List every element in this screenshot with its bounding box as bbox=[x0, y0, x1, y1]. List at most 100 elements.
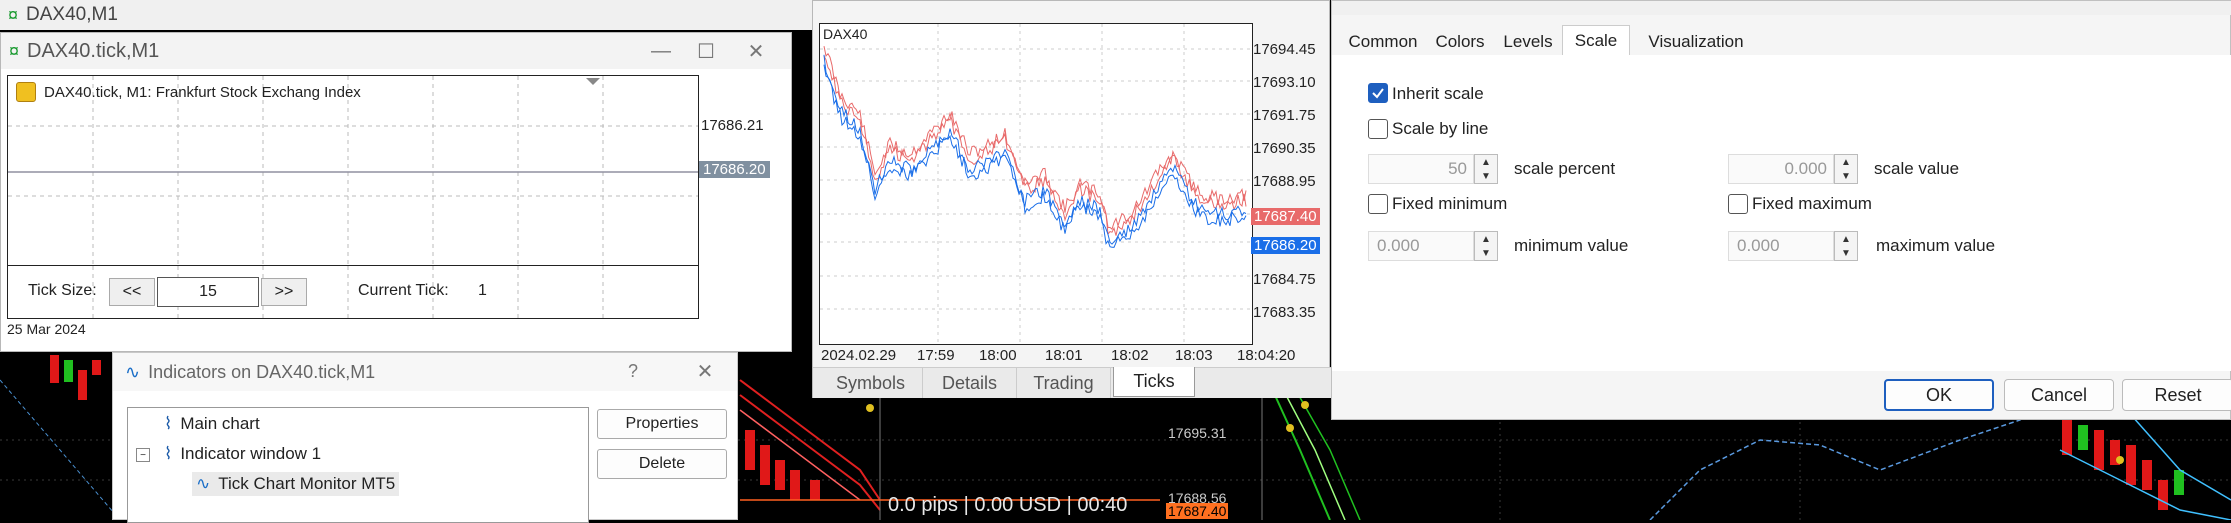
tick-price-label: 17693.10 bbox=[1253, 74, 1316, 91]
maximum-value-label: maximum value bbox=[1876, 236, 1996, 255]
inherit-scale-label: Inherit scale bbox=[1392, 84, 1484, 103]
indicators-tree[interactable]: ⌇ Main chart − ⌇ Indicator window 1 ∿ Ti… bbox=[127, 407, 589, 523]
fixed-maximum-label: Fixed maximum bbox=[1752, 194, 1872, 213]
indicator-label: DAX40.tick, M1: Frankfurt Stock Exchang … bbox=[16, 82, 361, 102]
scale-value-input[interactable]: 0.000 bbox=[1728, 154, 1834, 184]
chart-window-icon: ¤ bbox=[9, 40, 20, 61]
minimize-button[interactable]: — bbox=[641, 37, 681, 65]
time-label: 18:03 bbox=[1175, 347, 1213, 364]
tick-size-input[interactable]: 15 bbox=[157, 277, 259, 307]
indicator-icon: ∿ bbox=[125, 361, 141, 382]
expert-icon bbox=[16, 82, 36, 102]
price-scale-label: 17686.21 bbox=[701, 117, 764, 134]
arrow-down-icon: ▼ bbox=[1841, 247, 1851, 259]
close-button[interactable]: ✕ bbox=[736, 37, 776, 65]
prev-tick-size-button[interactable]: << bbox=[109, 278, 155, 306]
arrow-up-icon: ▲ bbox=[1481, 233, 1491, 245]
tick-price-label: 17694.45 bbox=[1253, 41, 1316, 58]
next-tick-size-button[interactable]: >> bbox=[261, 278, 307, 306]
inherit-scale-checkbox[interactable] bbox=[1368, 83, 1388, 103]
chart-symbol-label: DAX40 bbox=[823, 26, 868, 42]
tick-main-chart-grid bbox=[8, 76, 698, 266]
scale-percent-stepper[interactable]: ▲ ▼ bbox=[1474, 154, 1498, 184]
scale-percent-input[interactable]: 50 bbox=[1368, 154, 1474, 184]
indicators-dialog: ∿ Indicators on DAX40.tick,M1 ? ✕ ⌇ Main… bbox=[112, 352, 738, 523]
arrow-down-icon: ▼ bbox=[1481, 247, 1491, 259]
tree-item-tick-chart-monitor[interactable]: ∿ Tick Chart Monitor MT5 bbox=[192, 472, 400, 496]
tick-price-label: 17683.35 bbox=[1253, 304, 1316, 321]
tree-item-indicator-window[interactable]: ⌇ Indicator window 1 bbox=[164, 444, 321, 464]
ask-price-tag: 17687.40 bbox=[1251, 208, 1320, 225]
scale-by-line-checkbox[interactable] bbox=[1368, 119, 1388, 139]
delete-button[interactable]: Delete bbox=[597, 449, 727, 479]
tick-window-titlebar[interactable]: ¤ DAX40.tick,M1 — ☐ ✕ bbox=[1, 33, 791, 69]
indicators-dialog-title: Indicators on DAX40.tick,M1 bbox=[148, 361, 376, 382]
maximize-button[interactable]: ☐ bbox=[686, 37, 726, 65]
tab-common[interactable]: Common bbox=[1340, 29, 1426, 55]
properties-tab-strip: Common Colors Levels Scale Visualization bbox=[1332, 25, 2231, 56]
minimum-value-label: minimum value bbox=[1514, 236, 1629, 255]
tick-control-panel: Tick Size: << 15 >> Current Tick: 1 bbox=[7, 265, 699, 319]
time-label: 18:01 bbox=[1045, 347, 1083, 364]
maximum-value-input[interactable]: 0.000 bbox=[1728, 231, 1834, 261]
check-icon bbox=[1372, 88, 1384, 99]
date-axis-label: 25 Mar 2024 bbox=[7, 321, 86, 337]
time-label: 18:00 bbox=[979, 347, 1017, 364]
current-tick-label: Current Tick: bbox=[358, 282, 449, 299]
scale-value-label: scale value bbox=[1874, 159, 1960, 178]
tab-ticks[interactable]: Ticks bbox=[1113, 367, 1195, 397]
bg-price-label: 17695.31 bbox=[1168, 425, 1227, 441]
reset-button[interactable]: Reset bbox=[2122, 379, 2231, 411]
tab-colors[interactable]: Colors bbox=[1426, 29, 1494, 55]
minimum-value-input[interactable]: 0.000 bbox=[1368, 231, 1474, 261]
ok-button[interactable]: OK bbox=[1884, 379, 1994, 411]
bid-price-tag: 17686.20 bbox=[1251, 237, 1320, 254]
time-label: 17:59 bbox=[917, 347, 955, 364]
time-label: 2024.02.29 bbox=[821, 347, 897, 364]
tab-details[interactable]: Details bbox=[923, 368, 1017, 398]
maximum-value-stepper[interactable]: ▲ ▼ bbox=[1834, 231, 1858, 261]
fixed-minimum-checkbox[interactable] bbox=[1368, 194, 1388, 214]
cancel-button[interactable]: Cancel bbox=[2004, 379, 2114, 411]
properties-dialog: Common Colors Levels Scale Visualization… bbox=[1331, 0, 2231, 420]
time-label: 18:02 bbox=[1111, 347, 1149, 364]
bg-window-titlebar[interactable]: ¤ DAX40,M1 bbox=[0, 0, 820, 30]
tick-price-label: 17690.35 bbox=[1253, 140, 1316, 157]
chart-line-icon: ⌇ bbox=[164, 444, 173, 463]
chart-line-icon: ⌇ bbox=[164, 414, 173, 433]
arrow-down-icon: ▼ bbox=[1481, 170, 1491, 182]
properties-button[interactable]: Properties bbox=[597, 409, 727, 439]
tree-collapse-toggle[interactable]: − bbox=[136, 448, 150, 462]
bg-window-title: DAX40,M1 bbox=[26, 4, 118, 25]
tab-visualization[interactable]: Visualization bbox=[1632, 29, 1760, 55]
current-price-tag: 17686.20 bbox=[699, 161, 770, 178]
scale-percent-label: scale percent bbox=[1514, 159, 1616, 178]
scale-value-stepper[interactable]: ▲ ▼ bbox=[1834, 154, 1858, 184]
tree-item-main-chart[interactable]: ⌇ Main chart bbox=[164, 414, 260, 434]
tick-price-chart[interactable]: DAX40 bbox=[819, 23, 1253, 345]
tick-price-label: 17691.75 bbox=[1253, 107, 1316, 124]
tab-levels[interactable]: Levels bbox=[1494, 29, 1562, 55]
current-tick-value: 1 bbox=[478, 282, 487, 299]
arrow-up-icon: ▲ bbox=[1841, 233, 1851, 245]
market-watch-panel: DAX40 17694.45 17693.10 17691.75 17690.3… bbox=[812, 0, 1331, 398]
close-button[interactable]: ✕ bbox=[685, 357, 725, 385]
fixed-maximum-checkbox[interactable] bbox=[1728, 194, 1748, 214]
fixed-minimum-label: Fixed minimum bbox=[1392, 194, 1508, 213]
minimum-value-stepper[interactable]: ▲ ▼ bbox=[1474, 231, 1498, 261]
arrow-up-icon: ▲ bbox=[1481, 156, 1491, 168]
ask-price-line bbox=[823, 46, 1247, 230]
indicators-dialog-titlebar[interactable]: ∿ Indicators on DAX40.tick,M1 ? ✕ bbox=[113, 353, 737, 391]
tick-price-label: 17688.95 bbox=[1253, 173, 1316, 190]
tab-scale[interactable]: Scale bbox=[1562, 25, 1630, 56]
tab-trading[interactable]: Trading bbox=[1017, 368, 1111, 398]
tick-main-chart[interactable]: DAX40.tick, M1: Frankfurt Stock Exchang … bbox=[7, 75, 699, 267]
bg-price-tag: 17687.40 bbox=[1166, 503, 1229, 519]
tick-price-chart-svg bbox=[820, 24, 1252, 344]
properties-dialog-titlebar[interactable] bbox=[1332, 1, 2231, 15]
tab-symbols[interactable]: Symbols bbox=[819, 368, 923, 398]
arrow-up-icon: ▲ bbox=[1841, 156, 1851, 168]
time-label: 18:04:20 bbox=[1237, 347, 1296, 364]
chart-window-icon: ¤ bbox=[8, 4, 19, 25]
help-button[interactable]: ? bbox=[613, 357, 653, 385]
